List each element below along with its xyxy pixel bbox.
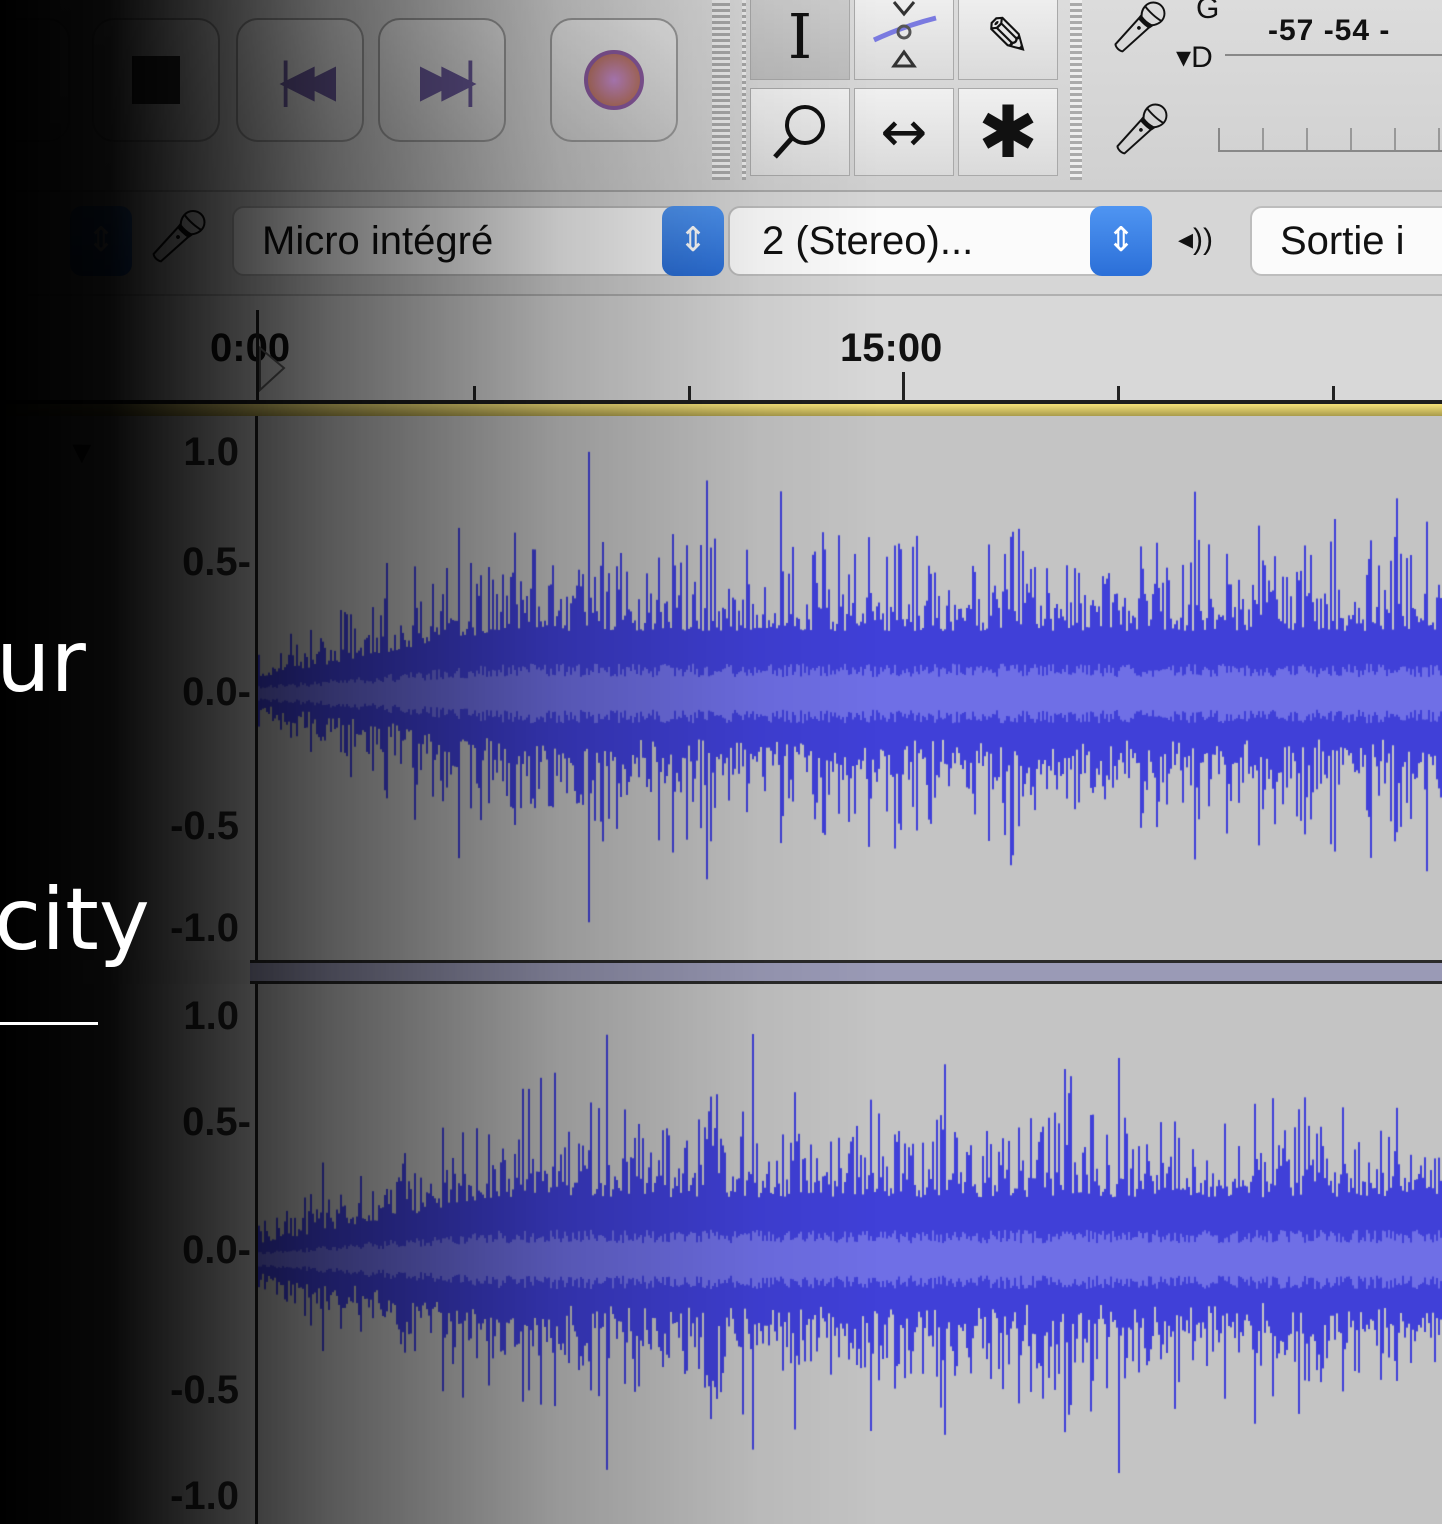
input-mic-icon: 🎤︎	[146, 207, 213, 267]
double-arrow-icon: ↔	[880, 99, 928, 165]
scale-label: 1.0	[183, 994, 239, 1038]
input-device-select[interactable]: Micro intégré	[232, 206, 692, 276]
device-toolbar: ⇕ 🎤︎ Micro intégré ⇕ 2 (Stereo)... ⇕ ◂))…	[0, 192, 1442, 296]
channels-select[interactable]: 2 (Stereo)...	[728, 206, 1122, 276]
playback-meter-icon: 🎤︎	[1110, 100, 1174, 158]
slide-underline	[0, 1022, 98, 1025]
multi-tool[interactable]: ✱	[958, 88, 1058, 176]
meter-right-label: ▾D	[1176, 41, 1213, 74]
track-menu-chevron-icon[interactable]: ▼	[66, 434, 98, 471]
loop-icon	[584, 50, 644, 110]
ruler-tick	[902, 372, 905, 400]
record-meter-mic-icon: 🎤︎	[1108, 0, 1172, 56]
selection-tool[interactable]: I	[750, 0, 850, 80]
track-2-vertical-scale: 1.0 0.5- 0.0- -0.5 -1.0	[120, 984, 258, 1524]
scale-label: -1.0	[170, 1474, 239, 1518]
host-select-spinner[interactable]: ⇕	[70, 206, 132, 276]
play-head-icon[interactable]	[258, 346, 288, 392]
output-device-select[interactable]: Sortie i	[1250, 206, 1442, 276]
meter-left-label: G	[1196, 0, 1220, 25]
record-meter-bar[interactable]	[1225, 54, 1442, 56]
ruler-tick	[473, 386, 476, 400]
toolbar-divider	[742, 0, 746, 180]
skip-start-button[interactable]: |◀◀	[236, 18, 364, 142]
time-shift-tool[interactable]: ↔	[854, 88, 954, 176]
track-1-waveform[interactable]	[258, 416, 1442, 960]
pencil-icon: ✎	[985, 4, 1031, 68]
draw-tool[interactable]: ✎	[958, 0, 1058, 80]
toolbar-grip[interactable]	[712, 0, 730, 180]
ruler-tick	[688, 386, 691, 400]
audacity-window: |◀◀ ▶▶| I ✎ ↔ ✱ 🎤︎ G ▾D -57 -54 - 🎤︎ ⇕ 🎤…	[0, 0, 1442, 1524]
ruler-tick	[1332, 386, 1335, 400]
scale-label: 0.5-	[182, 540, 251, 584]
skip-start-icon: |◀◀	[277, 53, 336, 107]
asterisk-icon: ✱	[977, 90, 1039, 174]
magnifier-icon	[773, 105, 825, 159]
loop-button[interactable]	[550, 18, 678, 142]
channels-spinner[interactable]: ⇕	[1090, 206, 1152, 276]
stop-button[interactable]	[92, 18, 220, 142]
track-2-control-panel[interactable]	[0, 984, 120, 1524]
skip-end-button[interactable]: ▶▶|	[378, 18, 506, 142]
scale-label: -1.0	[170, 906, 239, 950]
stop-icon	[132, 56, 180, 104]
speaker-icon: ◂))	[1178, 223, 1214, 256]
channel-separator	[250, 960, 1442, 984]
ruler-tick	[1117, 386, 1120, 400]
waveform-canvas-right	[258, 984, 1442, 1524]
scale-label: 0.5-	[182, 1100, 251, 1144]
zoom-tool[interactable]	[750, 88, 850, 176]
play-button[interactable]	[0, 18, 70, 142]
toolbar: |◀◀ ▶▶| I ✎ ↔ ✱ 🎤︎ G ▾D -57 -54 - 🎤︎	[0, 0, 1442, 192]
envelope-icon	[872, 1, 937, 68]
track-2-waveform[interactable]	[258, 984, 1442, 1524]
slide-text-line-2: city	[0, 870, 150, 970]
output-device-value: Sortie i	[1280, 219, 1405, 263]
scale-label: -0.5	[170, 804, 239, 848]
scale-label: 0.0-	[182, 670, 251, 714]
selection-edge-bar	[0, 404, 1442, 416]
scale-label: 1.0	[183, 430, 239, 474]
input-device-value: Micro intégré	[262, 219, 494, 263]
i-beam-icon: I	[787, 0, 813, 73]
scale-label: -0.5	[170, 1368, 239, 1412]
ruler-label-15min: 15:00	[840, 326, 943, 370]
channels-value: 2 (Stereo)...	[762, 219, 974, 263]
skip-end-icon: ▶▶|	[419, 53, 478, 107]
timeline-ruler[interactable]: 0:00 15:00	[0, 296, 1442, 404]
envelope-tool[interactable]	[854, 0, 954, 80]
playback-meter-bar[interactable]	[1218, 128, 1442, 152]
meter-grip[interactable]	[1070, 0, 1082, 180]
input-device-spinner[interactable]: ⇕	[662, 206, 724, 276]
slide-text-line-1: ur	[0, 612, 86, 712]
scale-label: 0.0-	[182, 1228, 251, 1272]
waveform-canvas-left	[258, 416, 1442, 960]
meter-scale-text: -57 -54 -	[1268, 14, 1391, 47]
